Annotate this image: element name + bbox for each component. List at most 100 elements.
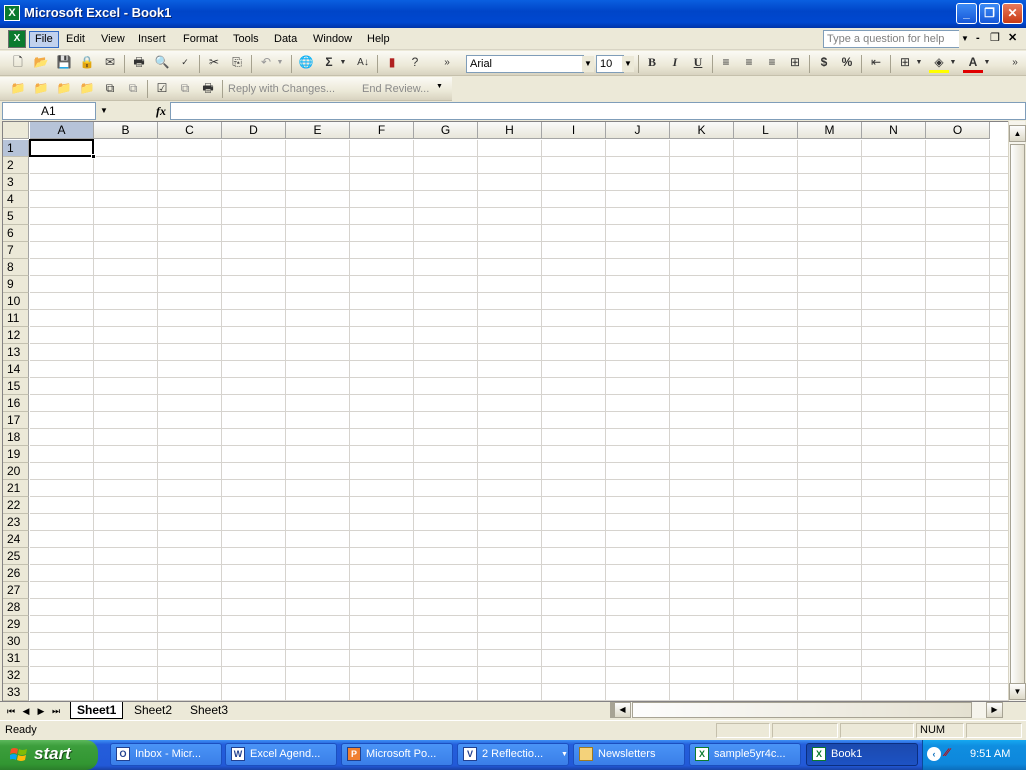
doc-close-icon[interactable]: ✕: [1008, 31, 1017, 44]
hyperlink-icon[interactable]: 🌐: [296, 53, 316, 73]
title-bar[interactable]: X Microsoft Excel - Book1 _ ❐ ✕: [0, 0, 1026, 28]
help-question-input[interactable]: Type a question for help: [823, 30, 960, 48]
chevron-down-icon[interactable]: ▼: [981, 53, 993, 73]
doc-restore-icon[interactable]: ❐: [990, 31, 1000, 44]
column-header-h[interactable]: H: [478, 122, 542, 139]
chevron-down-icon[interactable]: ▼: [561, 744, 568, 765]
review-icon-1[interactable]: 📁: [8, 79, 28, 99]
row-header-11[interactable]: 11: [3, 310, 29, 327]
protect-icon[interactable]: ⧉: [175, 79, 195, 99]
horizontal-scrollbar[interactable]: ◀ ▶: [610, 702, 1003, 718]
column-header-a[interactable]: A: [30, 122, 94, 139]
vertical-scrollbar[interactable]: ▲ ▼: [1008, 121, 1026, 701]
help-icon[interactable]: ?: [405, 53, 425, 73]
column-header-k[interactable]: K: [670, 122, 734, 139]
column-header-b[interactable]: B: [94, 122, 158, 139]
align-right-icon[interactable]: ≡: [762, 53, 782, 73]
row-header-5[interactable]: 5: [3, 208, 29, 225]
send-review-icon[interactable]: 🖶: [198, 79, 218, 99]
insert-function-icon[interactable]: fx: [156, 103, 170, 119]
row-header-17[interactable]: 17: [3, 412, 29, 429]
row-header-26[interactable]: 26: [3, 565, 29, 582]
percent-button[interactable]: %: [837, 53, 857, 73]
column-header-f[interactable]: F: [350, 122, 414, 139]
chevron-down-icon[interactable]: ▼: [96, 103, 112, 119]
column-header-c[interactable]: C: [158, 122, 222, 139]
chevron-down-icon[interactable]: ▼: [959, 30, 971, 48]
row-header-20[interactable]: 20: [3, 463, 29, 480]
worksheet-grid[interactable]: A B C D E F G H I J K L M N O 1 2 3 4 5 6 7 8 9 10 11 12 13 14 15 16 17…: [2, 121, 1008, 701]
taskbar-item-excel-agenda[interactable]: W Excel Agend...: [225, 743, 337, 766]
taskbar-item-sample[interactable]: X sample5yr4c...: [689, 743, 801, 766]
row-header-3[interactable]: 3: [3, 174, 29, 191]
bold-button[interactable]: B: [642, 53, 662, 73]
excel-icon[interactable]: X: [4, 5, 20, 21]
row-header-33[interactable]: 33: [3, 684, 29, 701]
minimize-icon[interactable]: _: [956, 3, 977, 24]
row-header-14[interactable]: 14: [3, 361, 29, 378]
fill-color-icon[interactable]: ◈: [929, 53, 949, 73]
currency-button[interactable]: $: [814, 53, 834, 73]
column-header-l[interactable]: L: [734, 122, 798, 139]
row-header-27[interactable]: 27: [3, 582, 29, 599]
sheet-tab-sheet2[interactable]: Sheet2: [128, 702, 178, 719]
review-icon-4[interactable]: 📁: [77, 79, 97, 99]
chevron-down-icon[interactable]: ▼: [947, 53, 959, 73]
spelling-icon[interactable]: ✓: [175, 53, 195, 73]
menu-insert[interactable]: Insert: [133, 31, 171, 48]
save-icon[interactable]: 💾: [54, 53, 74, 73]
align-left-icon[interactable]: ≡: [716, 53, 736, 73]
menu-data[interactable]: Data: [269, 31, 302, 48]
font-size-combo[interactable]: 10: [596, 55, 624, 73]
undo-icon[interactable]: ↶: [256, 53, 276, 73]
close-icon[interactable]: ✕: [1002, 3, 1023, 24]
row-header-1[interactable]: 1: [3, 140, 29, 157]
review-icon-6[interactable]: ⧉: [123, 79, 143, 99]
scroll-right-icon[interactable]: ▶: [986, 702, 1003, 718]
font-name-combo[interactable]: Arial: [466, 55, 584, 73]
excel-doc-icon[interactable]: X: [8, 30, 26, 48]
row-header-2[interactable]: 2: [3, 157, 29, 174]
taskbar-item-reflection[interactable]: V 2 Reflectio... ▼: [457, 743, 569, 766]
open-icon[interactable]: 📂: [31, 53, 51, 73]
last-sheet-icon[interactable]: ⏭: [49, 704, 63, 718]
end-review-button[interactable]: End Review...: [362, 83, 429, 95]
row-header-24[interactable]: 24: [3, 531, 29, 548]
row-header-10[interactable]: 10: [3, 293, 29, 310]
align-center-icon[interactable]: ≡: [739, 53, 759, 73]
row-header-23[interactable]: 23: [3, 514, 29, 531]
chevron-down-icon[interactable]: ▼: [622, 56, 634, 72]
review-icon-5[interactable]: ⧉: [100, 79, 120, 99]
start-button[interactable]: start: [0, 740, 98, 770]
row-header-16[interactable]: 16: [3, 395, 29, 412]
sort-ascending-icon[interactable]: A↓: [353, 53, 373, 73]
tray-expand-icon[interactable]: ‹: [927, 747, 941, 761]
row-header-7[interactable]: 7: [3, 242, 29, 259]
row-header-9[interactable]: 9: [3, 276, 29, 293]
email-icon[interactable]: ✉: [100, 53, 120, 73]
fill-handle[interactable]: [91, 154, 96, 159]
print-preview-icon[interactable]: 🔍: [152, 53, 172, 73]
new-icon[interactable]: 🗋: [8, 53, 28, 73]
row-header-8[interactable]: 8: [3, 259, 29, 276]
scroll-up-icon[interactable]: ▲: [1009, 125, 1026, 142]
chevron-down-icon[interactable]: ▼: [913, 53, 925, 73]
active-cell-a1[interactable]: [29, 139, 94, 157]
row-header-19[interactable]: 19: [3, 446, 29, 463]
menu-view[interactable]: View: [96, 31, 130, 48]
autosum-icon[interactable]: Σ: [319, 53, 339, 73]
reply-with-changes-button[interactable]: Reply with Changes...: [228, 83, 335, 95]
row-header-15[interactable]: 15: [3, 378, 29, 395]
column-header-m[interactable]: M: [798, 122, 862, 139]
column-header-j[interactable]: J: [606, 122, 670, 139]
next-sheet-icon[interactable]: ▶: [34, 704, 48, 718]
toolbar-options-icon[interactable]: »: [440, 53, 454, 73]
formula-input[interactable]: [170, 102, 1026, 120]
row-header-28[interactable]: 28: [3, 599, 29, 616]
print-icon[interactable]: 🖶: [129, 53, 149, 73]
row-header-32[interactable]: 32: [3, 667, 29, 684]
chevron-down-icon[interactable]: ▼: [337, 53, 349, 73]
italic-button[interactable]: I: [665, 53, 685, 73]
select-all-corner[interactable]: [3, 122, 29, 139]
vertical-scroll-thumb[interactable]: [1010, 144, 1025, 688]
